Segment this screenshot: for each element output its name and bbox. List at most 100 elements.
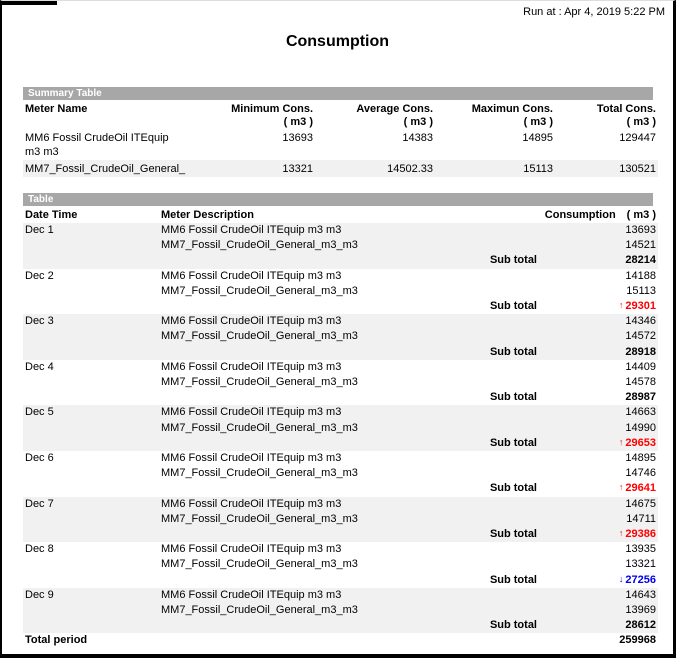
- subtotal-value-cell: 28214: [539, 253, 658, 268]
- subtotal-label: Sub total: [464, 527, 539, 542]
- consumption-value-cell: 14578: [539, 375, 658, 390]
- subtotal-label: Sub total: [464, 436, 539, 451]
- summary-max-value: 14895: [435, 129, 555, 160]
- meter-description-cell: MM7_Fossil_CrudeOil_General_m3_m3: [159, 466, 464, 481]
- consumption-value-cell: 14746: [539, 466, 658, 481]
- report-page: Run at : Apr 4, 2019 5:22 PM Consumption…: [0, 0, 676, 658]
- subtotal-row: Sub total↑29386: [23, 527, 658, 542]
- day-row: MM7_Fossil_CrudeOil_General_m3_m314572: [23, 329, 658, 344]
- total-period-label: Total period: [23, 633, 539, 648]
- subtotal-row: Sub total↑29301: [23, 299, 658, 314]
- summary-header-row: Meter Name Minimum Cons. ( m3 ) Average …: [23, 100, 658, 129]
- day-row: Dec 6MM6 Fossil CrudeOil ITEquip m3 m314…: [23, 451, 658, 466]
- meter-description-cell: MM6 Fossil CrudeOil ITEquip m3 m3: [159, 269, 464, 284]
- window-edge-artifact: [2, 1, 57, 5]
- spacer-cell: [464, 466, 539, 481]
- spacer-cell: [159, 299, 464, 314]
- spacer-cell: [23, 527, 159, 542]
- meter-description-cell: MM6 Fossil CrudeOil ITEquip m3 m3: [159, 223, 464, 238]
- day-row: Dec 3MM6 Fossil CrudeOil ITEquip m3 m314…: [23, 314, 658, 329]
- meter-description-cell: MM6 Fossil CrudeOil ITEquip m3 m3: [159, 497, 464, 512]
- spacer-cell: [159, 573, 464, 588]
- spacer-cell: [23, 618, 159, 633]
- consumption-value-cell: 14521: [539, 238, 658, 253]
- summary-col-max-unit: ( m3 ): [437, 116, 553, 129]
- day-row: Dec 9MM6 Fossil CrudeOil ITEquip m3 m314…: [23, 588, 658, 603]
- spacer-cell: [464, 557, 539, 572]
- meter-description-cell: MM6 Fossil CrudeOil ITEquip m3 m3: [159, 451, 464, 466]
- subtotal-label: Sub total: [464, 618, 539, 633]
- subtotal-label: Sub total: [464, 573, 539, 588]
- detail-col-meter-description: Meter Description: [159, 206, 464, 223]
- day-date-cell: Dec 5: [23, 405, 159, 420]
- total-period-value: 259968: [539, 633, 658, 648]
- up-arrow-icon: ↑: [619, 482, 624, 492]
- detail-col-consumption-label: Consumption: [545, 209, 616, 221]
- spacer-cell: [464, 497, 539, 512]
- spacer-cell: [23, 573, 159, 588]
- subtotal-value: 28918: [625, 346, 656, 358]
- day-row: Dec 5MM6 Fossil CrudeOil ITEquip m3 m314…: [23, 405, 658, 420]
- detail-table-section-header: Table: [23, 193, 653, 206]
- consumption-value-cell: 14711: [539, 512, 658, 527]
- summary-max-value: 15113: [435, 160, 555, 177]
- spacer-cell: [464, 512, 539, 527]
- summary-row: MM7_Fossil_CrudeOil_General_ 13321 14502…: [23, 160, 658, 177]
- spacer-cell: [464, 238, 539, 253]
- detail-col-consumption-unit: ( m3 ): [627, 209, 656, 221]
- meter-description-cell: MM6 Fossil CrudeOil ITEquip m3 m3: [159, 588, 464, 603]
- spacer-cell: [464, 588, 539, 603]
- subtotal-row: Sub total28214: [23, 253, 658, 268]
- consumption-value-cell: 14346: [539, 314, 658, 329]
- spacer-cell: [23, 421, 159, 436]
- subtotal-value: 28214: [625, 254, 656, 266]
- report-content: Summary Table Meter Name Minimum Cons. (…: [23, 87, 653, 649]
- spacer-cell: [23, 375, 159, 390]
- consumption-value-cell: 13935: [539, 542, 658, 557]
- spacer-cell: [464, 451, 539, 466]
- subtotal-value-cell: ↑29386: [539, 527, 658, 542]
- subtotal-row: Sub total 28612: [23, 618, 658, 633]
- day-date-cell: Dec 8: [23, 542, 159, 557]
- subtotal-row: Sub total28918: [23, 345, 658, 360]
- day-row: Dec 4MM6 Fossil CrudeOil ITEquip m3 m314…: [23, 360, 658, 375]
- subtotal-value: 29641: [625, 482, 656, 494]
- subtotal-row: Sub total↑29641: [23, 481, 658, 496]
- consumption-value-cell: 14990: [539, 421, 658, 436]
- day-date-cell: Dec 3: [23, 314, 159, 329]
- detail-table-body: Dec 1MM6 Fossil CrudeOil ITEquip m3 m313…: [23, 223, 658, 633]
- day-row: MM7_Fossil_CrudeOil_General_m3_m3 14578: [23, 375, 658, 390]
- spacer-cell: [464, 421, 539, 436]
- down-arrow-icon: ↓: [619, 574, 624, 584]
- subtotal-label: Sub total: [464, 299, 539, 314]
- subtotal-value-cell: 28987: [539, 390, 658, 405]
- subtotal-row: Sub total28987: [23, 390, 658, 405]
- day-row: Dec 2MM6 Fossil CrudeOil ITEquip m3 m314…: [23, 269, 658, 284]
- spacer-cell: [159, 618, 464, 633]
- meter-description-cell: MM7_Fossil_CrudeOil_General_m3_m3: [159, 375, 464, 390]
- subtotal-value: 27256: [625, 574, 656, 586]
- page-title: Consumption: [2, 33, 673, 51]
- detail-header-row: Date Time Meter Description Consumption(…: [23, 206, 658, 223]
- spacer-cell: [464, 269, 539, 284]
- subtotal-value-cell: ↑29641: [539, 481, 658, 496]
- spacer-cell: [23, 436, 159, 451]
- consumption-value-cell: 14675: [539, 497, 658, 512]
- summary-col-meter-label: Meter Name: [25, 103, 186, 116]
- meter-description-cell: MM7_Fossil_CrudeOil_General_m3_m3: [159, 329, 464, 344]
- spacer-cell: [23, 345, 159, 360]
- subtotal-value: 29301: [625, 300, 656, 312]
- subtotal-value-cell: ↑29301: [539, 299, 658, 314]
- subtotal-value: 28612: [625, 619, 656, 631]
- summary-avg-value: 14383: [315, 129, 435, 160]
- summary-total-value: 130521: [555, 160, 658, 177]
- subtotal-row: Sub total↑29653: [23, 436, 658, 451]
- summary-meter-name: MM7_Fossil_CrudeOil_General_: [23, 160, 188, 177]
- day-row: Dec 1MM6 Fossil CrudeOil ITEquip m3 m313…: [23, 223, 658, 238]
- up-arrow-icon: ↑: [619, 437, 624, 447]
- day-date-cell: Dec 6: [23, 451, 159, 466]
- spacer-cell: [464, 284, 539, 299]
- summary-meter-name: MM6 Fossil CrudeOil ITEquip m3 m3: [23, 129, 188, 160]
- spacer-cell: [464, 223, 539, 238]
- day-row: MM7_Fossil_CrudeOil_General_m3_m314990: [23, 421, 658, 436]
